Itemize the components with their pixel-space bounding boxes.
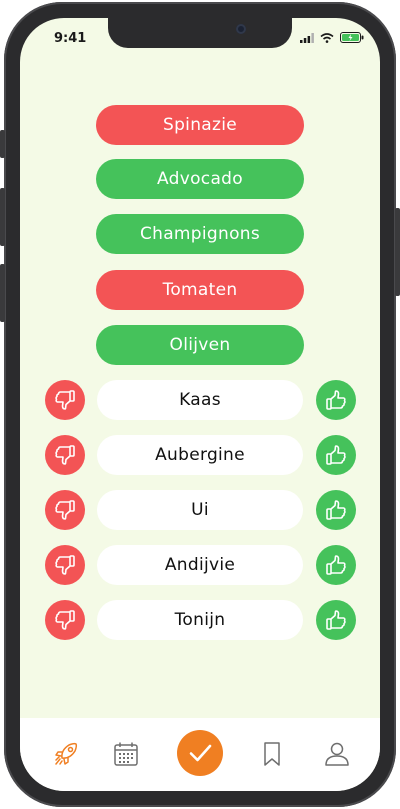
rated-item-liked[interactable]: Olijven bbox=[96, 325, 304, 365]
unrated-item-row: Tonijn bbox=[20, 600, 380, 640]
unrated-item-label: Kaas bbox=[97, 380, 303, 420]
thumbs-up-icon bbox=[326, 610, 346, 630]
thumbs-up-icon bbox=[326, 500, 346, 520]
status-icons bbox=[300, 32, 364, 43]
rocket-icon bbox=[55, 742, 78, 765]
unrated-item-row: Aubergine bbox=[20, 435, 380, 475]
tab-bookmark[interactable] bbox=[252, 734, 292, 774]
thumbs-down-icon bbox=[55, 390, 75, 410]
signal-icon bbox=[300, 32, 314, 43]
rated-item-label: Advocado bbox=[157, 169, 243, 189]
wifi-icon bbox=[320, 32, 334, 43]
rated-item-label: Olijven bbox=[169, 335, 231, 355]
thumbs-down-button[interactable] bbox=[45, 380, 85, 420]
rated-item-label: Champignons bbox=[139, 224, 261, 244]
thumbs-down-button[interactable] bbox=[45, 545, 85, 585]
thumbs-up-button[interactable] bbox=[316, 490, 356, 530]
thumbs-up-icon bbox=[326, 555, 346, 575]
side-button-volume-down bbox=[0, 264, 5, 322]
tab-calendar[interactable] bbox=[106, 734, 146, 774]
unrated-item-row: Andijvie bbox=[20, 545, 380, 585]
thumbs-up-button[interactable] bbox=[316, 435, 356, 475]
phone-screen: 9:41 Spinazie Advocado Champignons Tomat… bbox=[20, 18, 380, 791]
tab-profile[interactable] bbox=[317, 734, 357, 774]
notch bbox=[108, 18, 292, 48]
status-time: 9:41 bbox=[54, 31, 87, 46]
thumbs-down-button[interactable] bbox=[45, 490, 85, 530]
thumbs-down-icon bbox=[55, 445, 75, 465]
bottom-tab-bar bbox=[20, 718, 380, 791]
rated-item-liked[interactable]: Advocado bbox=[96, 159, 304, 199]
thumbs-down-icon bbox=[55, 610, 75, 630]
unrated-item-label: Ui bbox=[97, 490, 303, 530]
bookmark-icon bbox=[264, 742, 280, 766]
thumbs-down-button[interactable] bbox=[45, 435, 85, 475]
rated-item-disliked[interactable]: Tomaten bbox=[96, 270, 304, 310]
side-button-power bbox=[395, 208, 400, 296]
unrated-item-label: Andijvie bbox=[97, 545, 303, 585]
profile-icon bbox=[325, 742, 349, 766]
battery-icon bbox=[340, 32, 364, 43]
unrated-item-row: Kaas bbox=[20, 380, 380, 420]
unrated-item-label: Aubergine bbox=[97, 435, 303, 475]
checkmark-icon bbox=[189, 744, 212, 762]
thumbs-up-icon bbox=[326, 445, 346, 465]
calendar-icon bbox=[114, 742, 138, 766]
rated-item-label: Tomaten bbox=[162, 280, 238, 300]
tab-rocket[interactable] bbox=[46, 734, 86, 774]
thumbs-down-icon bbox=[55, 500, 75, 520]
thumbs-up-button[interactable] bbox=[316, 600, 356, 640]
side-button-mute bbox=[0, 130, 5, 158]
rated-item-liked[interactable]: Champignons bbox=[96, 214, 304, 254]
thumbs-up-button[interactable] bbox=[316, 380, 356, 420]
side-button-volume-up bbox=[0, 188, 5, 246]
thumbs-up-icon bbox=[326, 390, 346, 410]
thumbs-up-button[interactable] bbox=[316, 545, 356, 585]
unrated-item-label: Tonijn bbox=[97, 600, 303, 640]
tab-check[interactable] bbox=[177, 730, 223, 776]
rated-item-label: Spinazie bbox=[162, 115, 237, 135]
thumbs-down-icon bbox=[55, 555, 75, 575]
thumbs-down-button[interactable] bbox=[45, 600, 85, 640]
unrated-item-row: Ui bbox=[20, 490, 380, 530]
rated-item-disliked[interactable]: Spinazie bbox=[96, 105, 304, 145]
front-camera bbox=[236, 24, 246, 34]
